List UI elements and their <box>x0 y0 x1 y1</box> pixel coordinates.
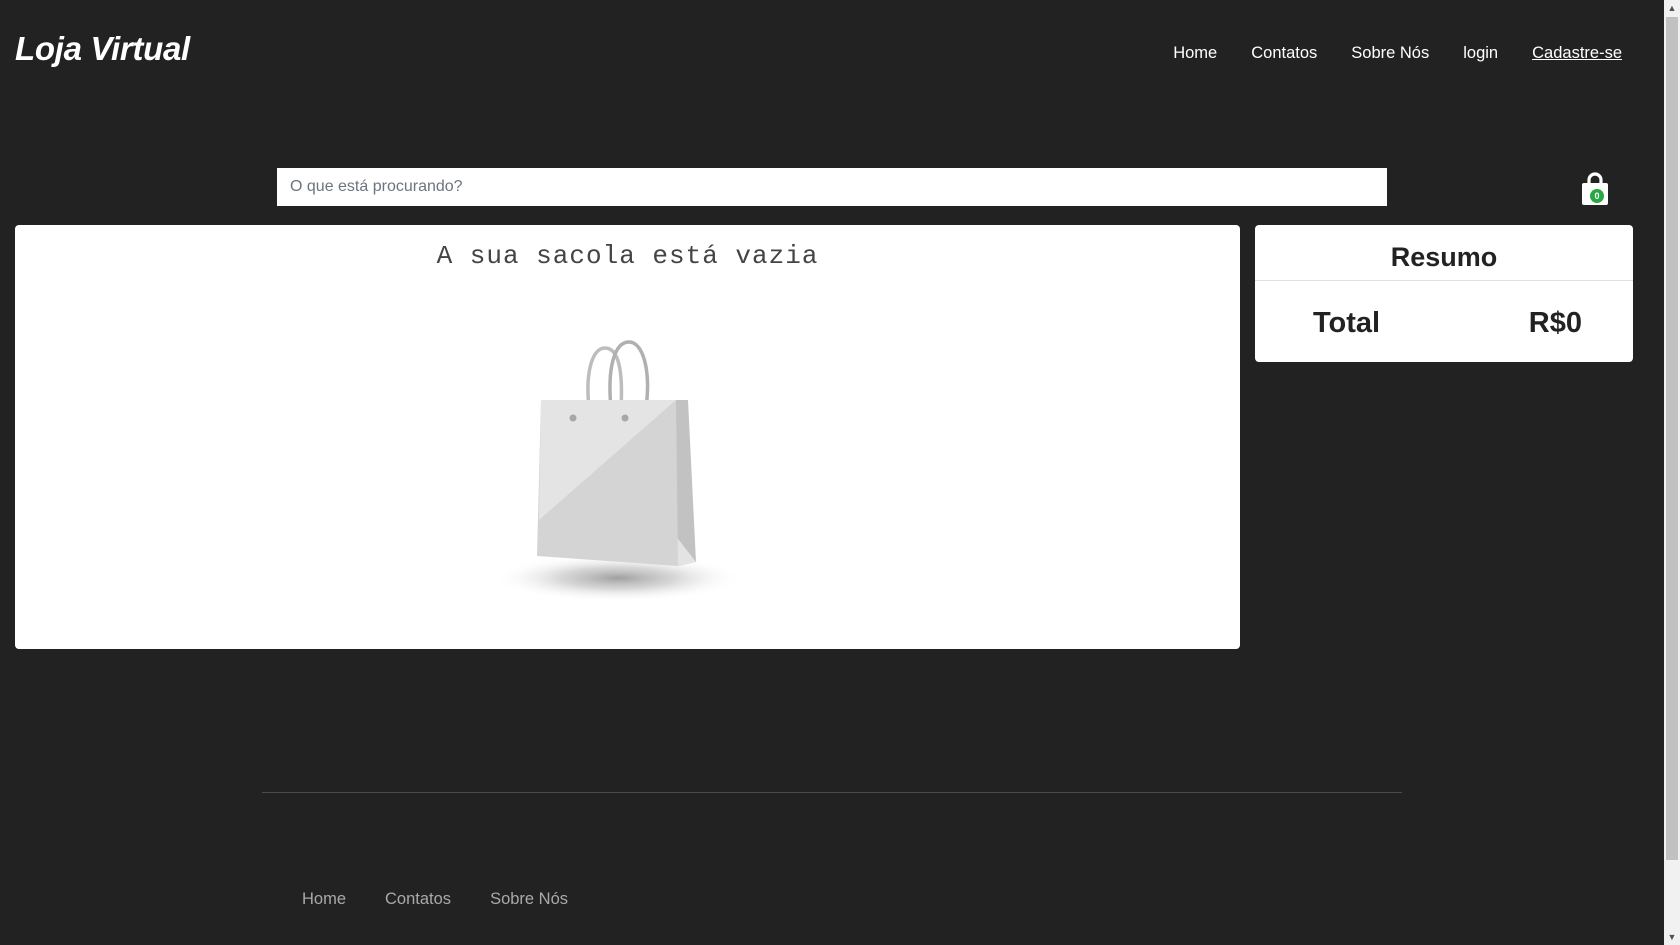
footer-nav: Home Contatos Sobre Nós <box>302 890 607 909</box>
summary-total-row: Total R$0 <box>1255 307 1633 340</box>
vertical-scrollbar[interactable]: ▲ ▼ <box>1664 0 1680 945</box>
scroll-up-arrow-icon[interactable]: ▲ <box>1664 0 1680 16</box>
scroll-down-arrow-icon[interactable]: ▼ <box>1664 929 1680 945</box>
top-nav: Home Contatos Sobre Nós login Cadastre-s… <box>1139 44 1622 63</box>
footer-sobre-nos-link[interactable]: Sobre Nós <box>490 890 568 909</box>
empty-cart-message: A sua sacola está vazia <box>436 241 819 271</box>
nav-home-link[interactable]: Home <box>1173 44 1217 63</box>
cart-panel: A sua sacola está vazia <box>15 225 1240 649</box>
page: Loja Virtual Home Contatos Sobre Nós log… <box>0 0 1664 945</box>
summary-panel: Resumo Total R$0 <box>1255 225 1633 362</box>
nav-cadastre-se-link[interactable]: Cadastre-se <box>1532 44 1622 63</box>
scrollbar-thumb[interactable] <box>1666 17 1678 860</box>
empty-bag-illustration <box>495 340 743 602</box>
footer-contatos-link[interactable]: Contatos <box>385 890 451 909</box>
nav-contatos-link[interactable]: Contatos <box>1251 44 1317 63</box>
total-value: R$0 <box>1528 307 1582 339</box>
search-input[interactable] <box>277 168 1387 206</box>
nav-sobre-nos-link[interactable]: Sobre Nós <box>1351 44 1429 63</box>
brand-logo[interactable]: Loja Virtual <box>15 30 190 68</box>
summary-title: Resumo <box>1255 225 1633 281</box>
total-label: Total <box>1313 307 1381 339</box>
cart-count-badge: 0 <box>1590 189 1604 203</box>
footer-divider <box>262 792 1402 793</box>
cart-button[interactable]: 0 <box>1579 171 1611 207</box>
nav-login-link[interactable]: login <box>1463 44 1498 63</box>
footer-home-link[interactable]: Home <box>302 890 346 909</box>
